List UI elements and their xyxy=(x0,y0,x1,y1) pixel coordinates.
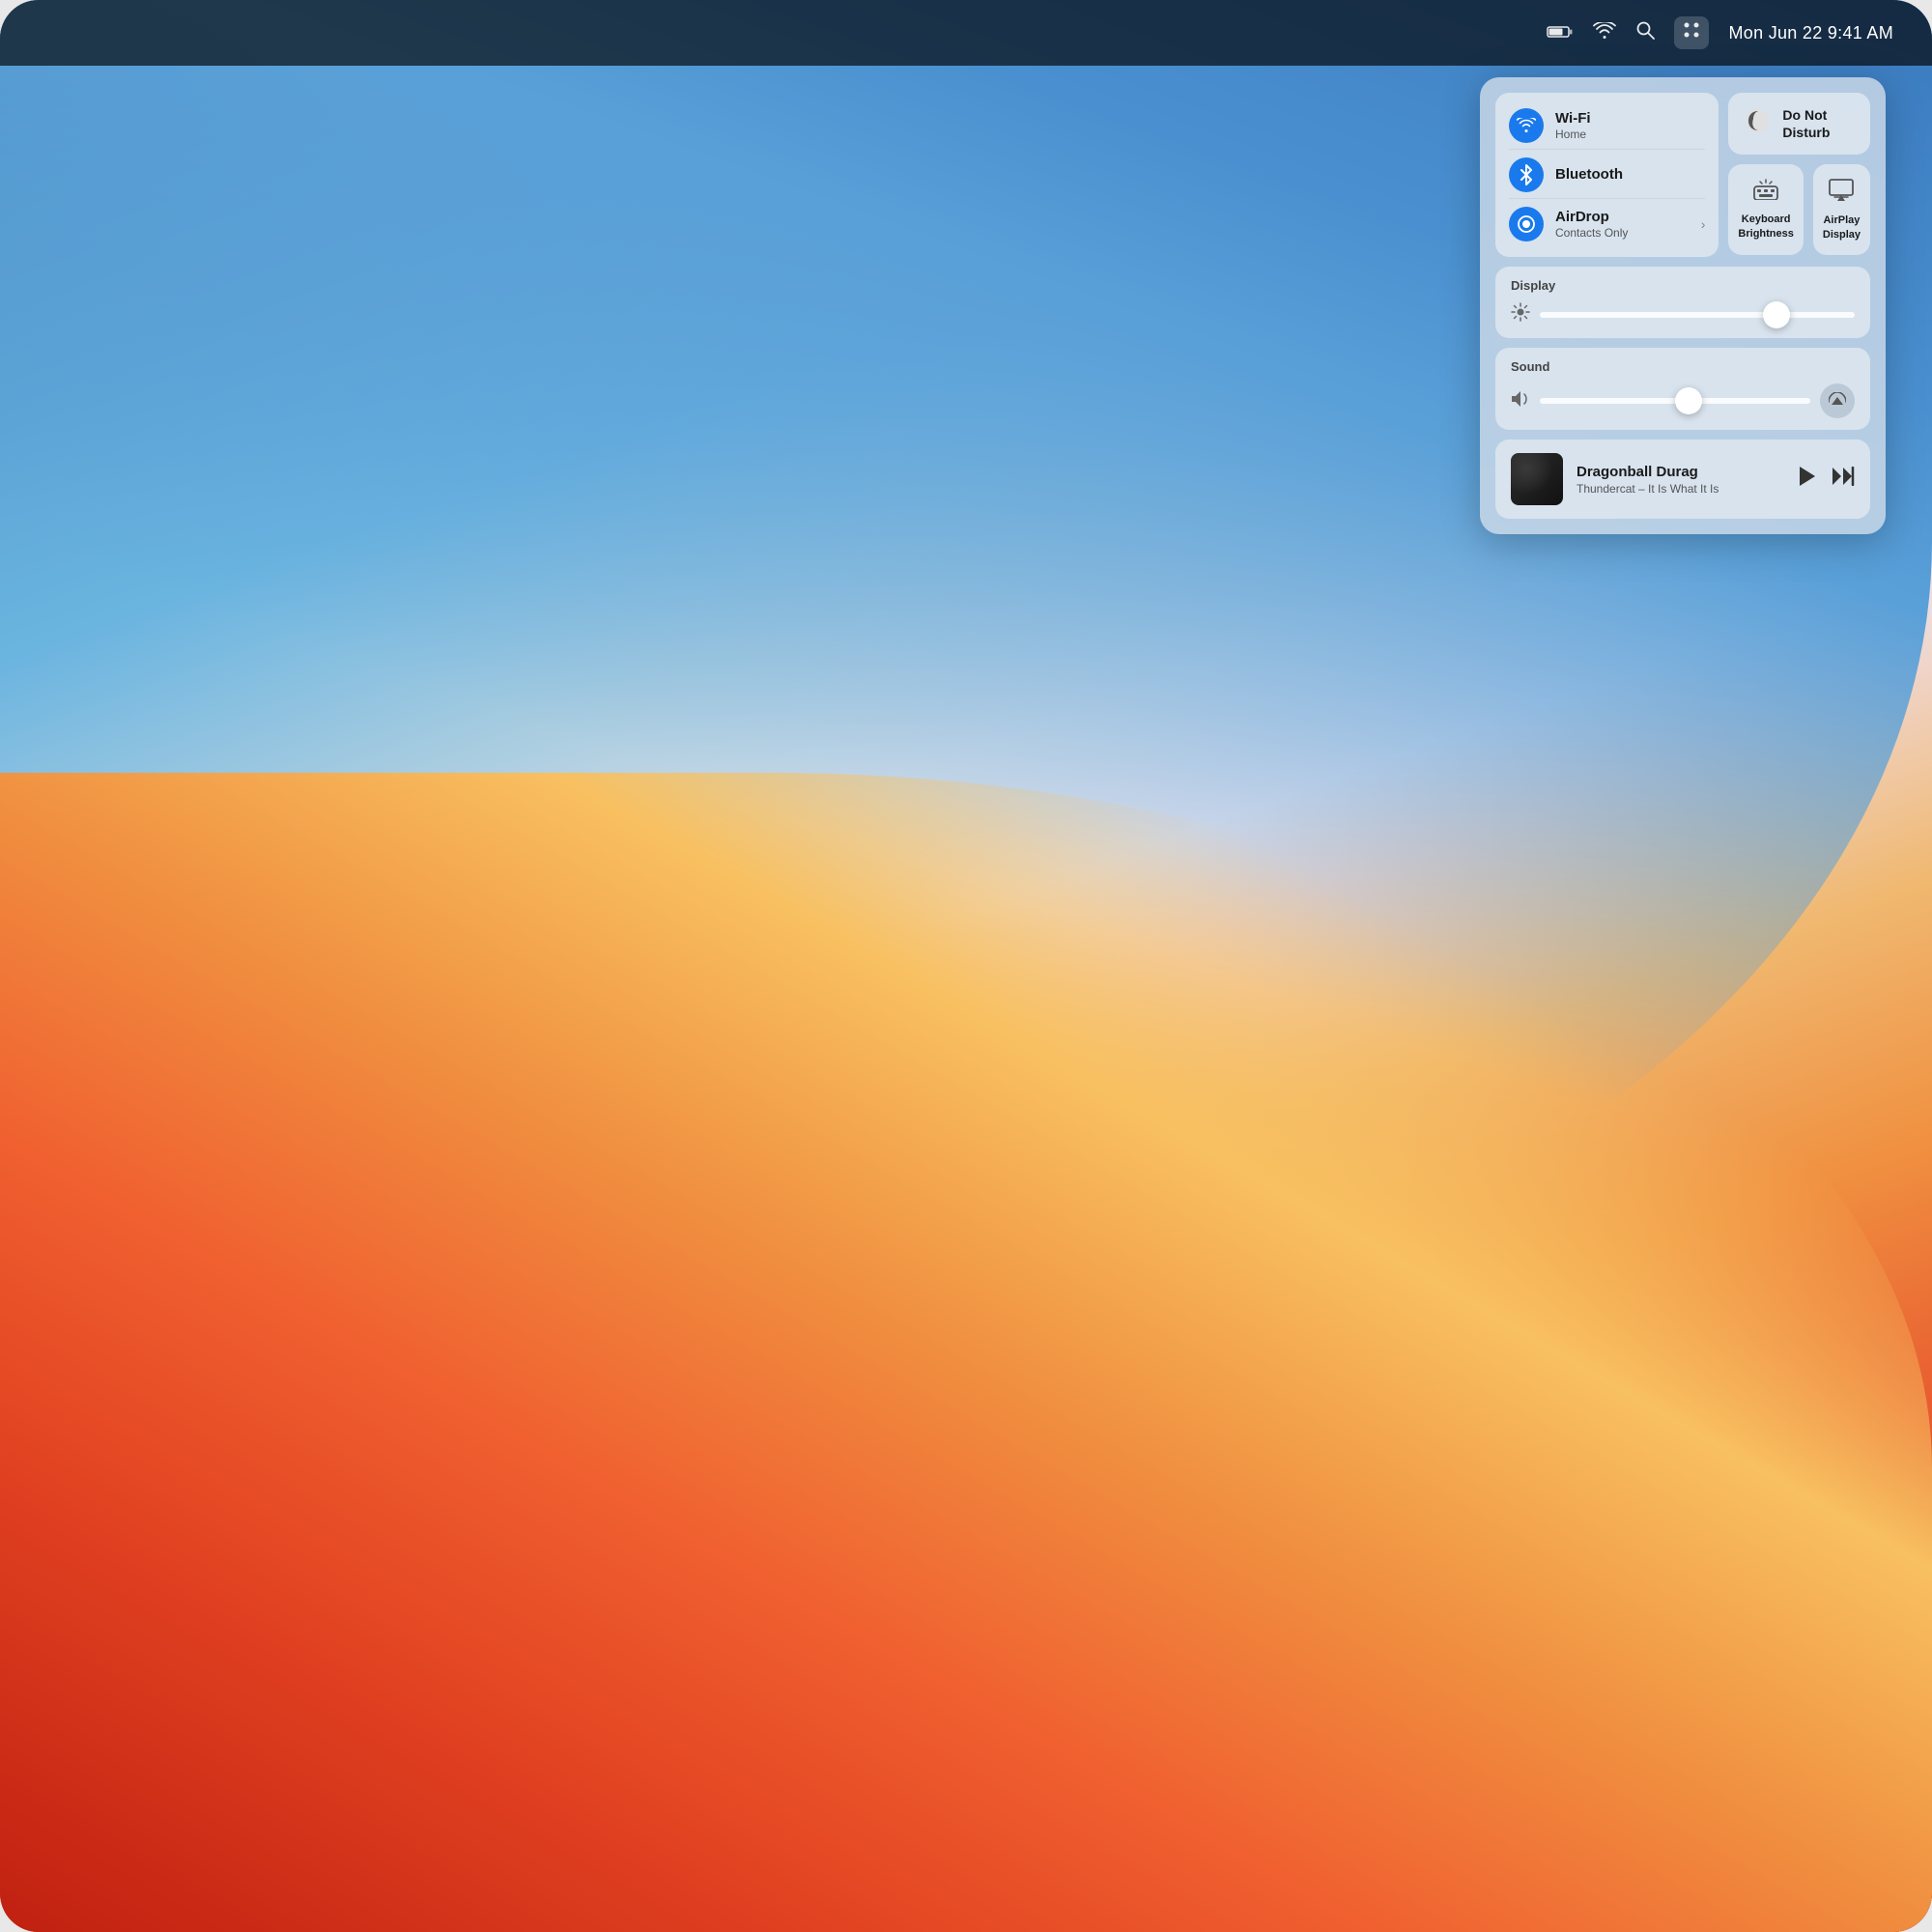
bluetooth-name: Bluetooth xyxy=(1555,166,1705,184)
battery-icon xyxy=(1547,20,1574,45)
brightness-track[interactable] xyxy=(1540,312,1855,318)
now-playing-text: Dragonball Durag Thundercat – It Is What… xyxy=(1577,464,1783,496)
bluetooth-item[interactable]: Bluetooth xyxy=(1509,152,1705,199)
volume-track[interactable] xyxy=(1540,398,1810,404)
network-section: Wi-Fi Home Bluetooth xyxy=(1495,93,1870,257)
sound-label: Sound xyxy=(1511,359,1855,374)
do-not-disturb-button[interactable]: Do Not Disturb xyxy=(1728,93,1870,155)
airplay-display-label: AirPlay Display xyxy=(1823,213,1861,242)
quick-btns-row: Keyboard Brightness AirPlay Display xyxy=(1728,164,1870,255)
play-button[interactable] xyxy=(1797,465,1818,494)
playback-controls xyxy=(1797,465,1855,494)
search-icon[interactable] xyxy=(1635,20,1655,45)
wifi-sub: Home xyxy=(1555,128,1705,141)
wifi-item[interactable]: Wi-Fi Home xyxy=(1509,102,1705,150)
display-label: Display xyxy=(1511,278,1855,293)
menubar-right: Mon Jun 22 9:41 AM xyxy=(1547,16,1893,49)
brightness-thumb[interactable] xyxy=(1763,301,1790,328)
airplay-display-button[interactable]: AirPlay Display xyxy=(1813,164,1870,255)
keyboard-brightness-button[interactable]: Keyboard Brightness xyxy=(1728,164,1803,255)
album-art xyxy=(1511,453,1563,505)
song-artist: Thundercat – It Is What It Is xyxy=(1577,482,1783,496)
bluetooth-text: Bluetooth xyxy=(1555,166,1705,184)
mac-frame: Mon Jun 22 9:41 AM xyxy=(0,0,1932,1932)
network-left: Wi-Fi Home Bluetooth xyxy=(1495,93,1719,257)
control-center-icon[interactable] xyxy=(1674,16,1709,49)
airdrop-sub: Contacts Only xyxy=(1555,226,1690,240)
do-not-disturb-icon xyxy=(1744,107,1771,141)
airdrop-text: AirDrop Contacts Only xyxy=(1555,209,1690,240)
brightness-slider-row xyxy=(1511,302,1855,327)
bluetooth-toggle-icon[interactable] xyxy=(1509,157,1544,192)
network-right: Do Not Disturb xyxy=(1728,93,1870,257)
now-playing-section: Dragonball Durag Thundercat – It Is What… xyxy=(1495,440,1870,519)
airdrop-toggle-icon[interactable] xyxy=(1509,207,1544,242)
wifi-toggle-icon[interactable] xyxy=(1509,108,1544,143)
sound-section: Sound xyxy=(1495,348,1870,430)
control-center-panel: Wi-Fi Home Bluetooth xyxy=(1480,77,1886,534)
airplay-display-icon xyxy=(1828,178,1855,208)
keyboard-brightness-icon xyxy=(1752,179,1779,207)
volume-thumb[interactable] xyxy=(1675,387,1702,414)
airdrop-chevron: › xyxy=(1701,216,1706,232)
do-not-disturb-label: Do Not Disturb xyxy=(1782,106,1855,141)
sound-airplay-button[interactable] xyxy=(1820,384,1855,418)
song-title: Dragonball Durag xyxy=(1577,464,1783,480)
airdrop-item[interactable]: AirDrop Contacts Only › xyxy=(1509,201,1705,247)
keyboard-brightness-label: Keyboard Brightness xyxy=(1738,213,1793,241)
brightness-icon xyxy=(1511,302,1530,327)
wifi-text: Wi-Fi Home xyxy=(1555,110,1705,141)
album-art-image xyxy=(1511,453,1563,505)
menubar-datetime: Mon Jun 22 9:41 AM xyxy=(1728,23,1893,43)
volume-slider-row xyxy=(1511,384,1855,418)
wifi-name: Wi-Fi xyxy=(1555,110,1705,128)
airdrop-name: AirDrop xyxy=(1555,209,1690,226)
wifi-icon[interactable] xyxy=(1593,20,1616,45)
display-section: Display xyxy=(1495,267,1870,338)
skip-forward-button[interactable] xyxy=(1832,467,1855,492)
menubar: Mon Jun 22 9:41 AM xyxy=(0,0,1932,66)
volume-icon xyxy=(1511,390,1530,412)
